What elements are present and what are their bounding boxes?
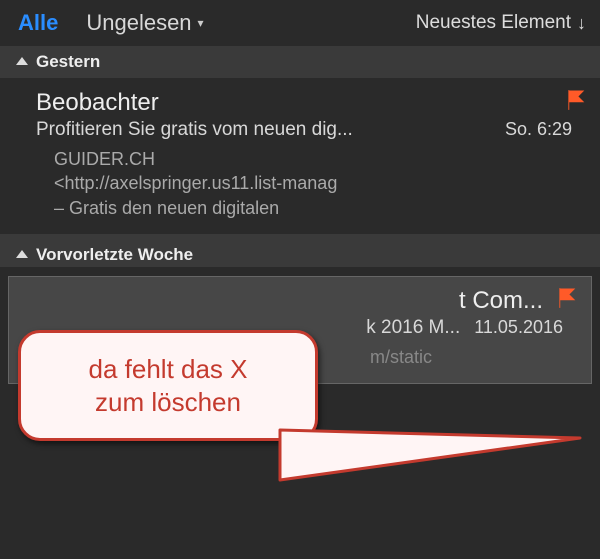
group-label: Vorvorletzte Woche: [36, 245, 193, 265]
annotation-line2: zum löschen: [45, 386, 291, 419]
message-preview: GUIDER.CH <http://axelspringer.us11.list…: [36, 147, 586, 220]
group-header-yesterday[interactable]: Gestern: [0, 46, 600, 79]
arrow-down-icon: ↓: [577, 13, 586, 34]
collapse-caret-icon: [16, 57, 28, 65]
group-header-prev-week[interactable]: Vorvorletzte Woche: [0, 234, 600, 268]
group-label: Gestern: [36, 52, 100, 72]
sort-selector[interactable]: Neuestes Element ↓: [410, 12, 592, 34]
message-subject: Profitieren Sie gratis vom neuen dig...: [36, 119, 495, 141]
message-sender: Beobachter: [36, 89, 556, 117]
filter-tabs: Alle Ungelesen ▾ Neuestes Element ↓: [0, 0, 600, 46]
message-timestamp: So. 6:29: [505, 119, 586, 140]
message-sender: t Com...: [45, 287, 547, 315]
message-timestamp: 11.05.2016: [474, 317, 577, 338]
tab-all[interactable]: Alle: [8, 6, 68, 40]
flag-icon[interactable]: [566, 90, 586, 110]
tab-unread[interactable]: Ungelesen ▾: [76, 6, 213, 40]
message-subject: k 2016 M...: [45, 317, 464, 339]
message-item[interactable]: Beobachter Profitieren Sie gratis vom ne…: [0, 79, 600, 234]
flag-icon[interactable]: [557, 288, 577, 308]
collapse-caret-icon: [16, 250, 28, 258]
tab-all-label: Alle: [18, 10, 58, 36]
message-item-selected[interactable]: t Com... k 2016 M... 11.05.2016 m/static: [8, 276, 592, 384]
annotation-tail-icon: [280, 430, 590, 520]
tab-unread-label: Ungelesen: [86, 10, 191, 36]
message-preview: m/static: [45, 345, 577, 369]
dropdown-caret-icon: ▾: [198, 16, 204, 30]
sort-label: Neuestes Element: [416, 12, 571, 34]
